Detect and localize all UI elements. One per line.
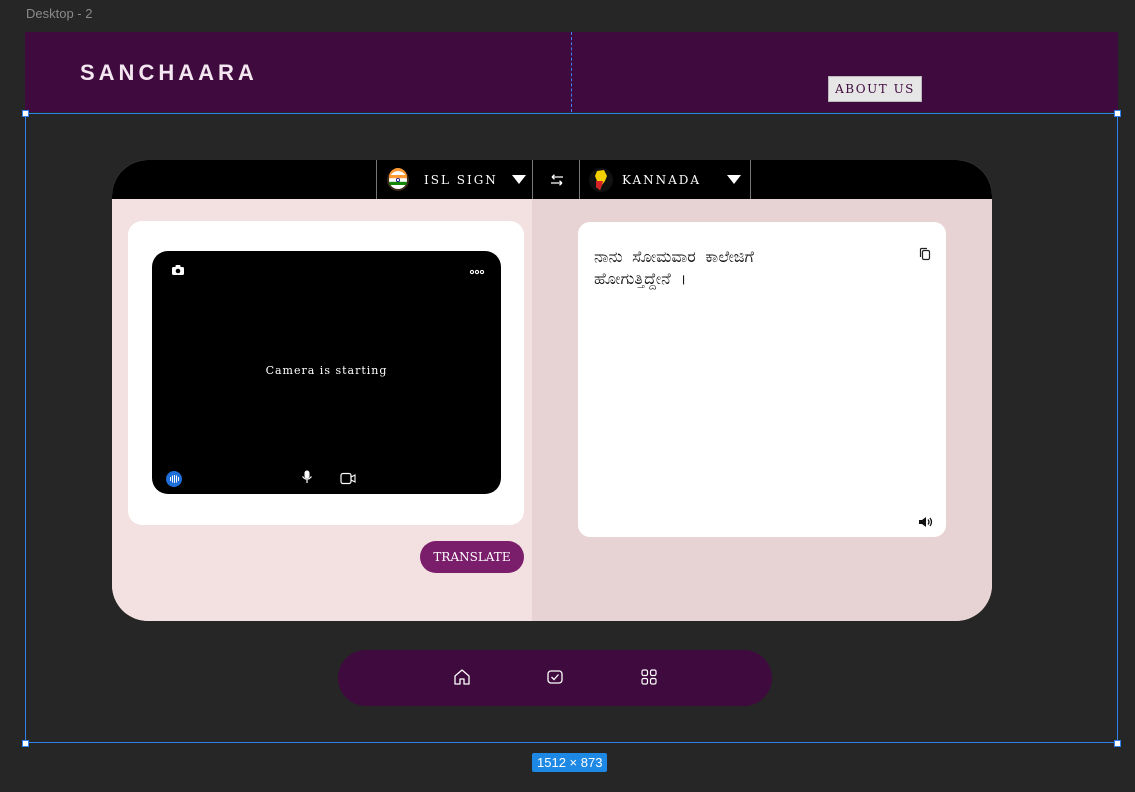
translate-button[interactable]: TRANSLATE xyxy=(420,541,524,573)
camera-status-text: Camera is starting xyxy=(265,364,388,377)
karnataka-flag-icon xyxy=(588,167,614,193)
swap-icon xyxy=(549,173,565,186)
translation-output-text[interactable]: ನಾನು ಸೋಮವಾರ ಕಾಲೇಜಿಗೆ ಹೋಗುತ್ತಿದ್ದೇನೆ । xyxy=(594,246,894,290)
grid-icon[interactable] xyxy=(638,666,660,688)
india-flag-icon xyxy=(386,167,410,192)
audio-wave-icon[interactable] xyxy=(166,471,182,491)
camera-icon[interactable] xyxy=(171,261,185,280)
bottom-navigation xyxy=(338,650,772,706)
source-pane: Camera is starting TRANSLATE xyxy=(112,199,532,621)
camera-card: Camera is starting xyxy=(128,221,524,525)
layout-guide xyxy=(571,32,572,112)
source-language-select[interactable]: ISL SIGN xyxy=(376,160,533,199)
check-message-icon[interactable] xyxy=(544,666,566,688)
microphone-icon[interactable] xyxy=(301,469,313,488)
frame-label: Desktop - 2 xyxy=(26,6,93,21)
about-us-button[interactable]: ABOUT US xyxy=(828,76,922,102)
target-language-label: KANNADA xyxy=(622,172,702,187)
output-pane: ನಾನು ಸೋಮವಾರ ಕಾಲೇಜಿಗೆ ಹೋಗುತ್ತಿದ್ದೇನೆ । xyxy=(532,199,992,621)
resize-handle-tr[interactable] xyxy=(1114,110,1121,117)
brand-logo-text[interactable]: SANCHAARA xyxy=(80,60,258,86)
translator-card: Camera is starting TRANSLATE ನಾನು ಸೋಮವಾರ… xyxy=(112,160,992,621)
resize-handle-br[interactable] xyxy=(1114,740,1121,747)
swap-languages-button[interactable] xyxy=(533,160,580,199)
frame-dimensions-badge: 1512 × 873 xyxy=(532,753,608,772)
source-language-label: ISL SIGN xyxy=(424,172,498,187)
home-icon[interactable] xyxy=(451,666,473,688)
resize-handle-tl[interactable] xyxy=(22,110,29,117)
speaker-icon[interactable] xyxy=(918,513,934,532)
camera-preview[interactable]: Camera is starting xyxy=(152,251,501,494)
copy-icon[interactable] xyxy=(919,246,931,265)
translation-output-card: ನಾನು ಸೋಮವಾರ ಕಾಲೇಜಿಗೆ ಹೋಗುತ್ತಿದ್ದೇನೆ । xyxy=(578,222,946,537)
target-language-select[interactable]: KANNADA xyxy=(579,160,751,199)
chevron-down-icon[interactable] xyxy=(727,175,742,184)
more-icon[interactable] xyxy=(469,261,485,280)
language-bar: ISL SIGN KANNADA xyxy=(112,160,992,199)
video-icon[interactable] xyxy=(340,470,356,489)
app-header: SANCHAARA ABOUT US xyxy=(25,32,1118,112)
resize-handle-bl[interactable] xyxy=(22,740,29,747)
chevron-down-icon[interactable] xyxy=(511,175,526,184)
